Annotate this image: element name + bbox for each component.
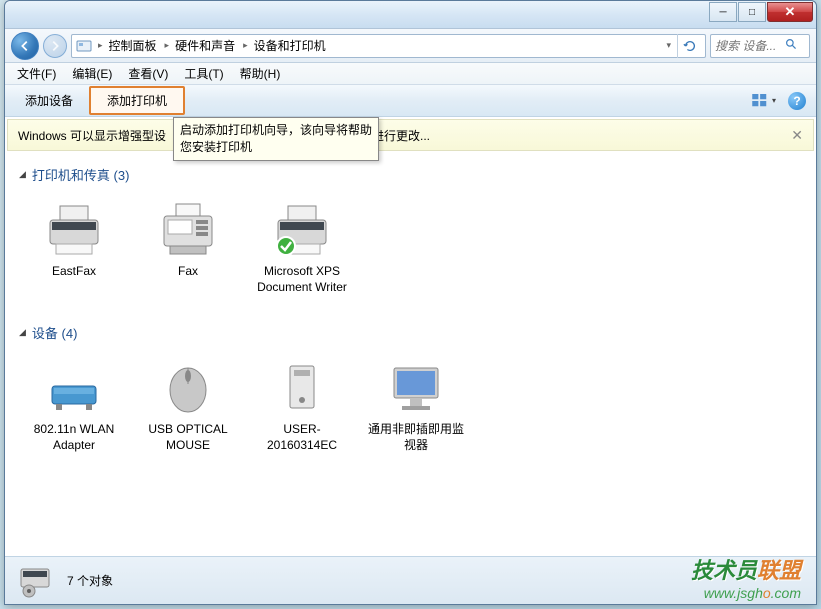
breadcrumb-dropdown-icon[interactable]: ▾ (660, 40, 677, 51)
tooltip: 启动添加打印机向导，该向导将帮助您安装打印机 (173, 117, 379, 161)
menu-edit[interactable]: 编辑(E) (64, 63, 120, 84)
titlebar[interactable]: ─ □ ✕ (5, 1, 816, 29)
device-item[interactable]: 802.11n WLAN Adapter (19, 352, 129, 459)
navigation-bar: ▸ 控制面板 ▸ 硬件和声音 ▸ 设备和打印机 ▾ (5, 29, 816, 63)
device-label: EastFax (52, 264, 96, 280)
arrow-left-icon (18, 39, 32, 53)
device-label: Fax (178, 264, 198, 280)
status-text: 7 个对象 (67, 572, 113, 589)
adapter-icon (39, 358, 109, 418)
help-button[interactable]: ? (788, 92, 806, 110)
menu-bar: 文件(F) 编辑(E) 查看(V) 工具(T) 帮助(H) (5, 63, 816, 85)
devices-folder-icon (76, 38, 92, 54)
info-close-button[interactable]: ✕ (791, 127, 803, 144)
device-item[interactable]: EastFax (19, 194, 129, 301)
info-bar: Windows 可以显示增强型设进行更改... ✕ (7, 119, 814, 151)
mouse-icon (153, 358, 223, 418)
device-label: 802.11n WLAN Adapter (21, 422, 127, 453)
breadcrumb-arrow[interactable]: ▸ (98, 40, 103, 51)
maximize-button[interactable]: □ (738, 2, 766, 22)
collapse-icon: ◢ (19, 327, 26, 338)
back-button[interactable] (11, 32, 39, 60)
minimize-button[interactable]: ─ (709, 2, 737, 22)
arrow-right-icon (48, 39, 62, 53)
device-label: 通用非即插即用监视器 (363, 422, 469, 453)
refresh-icon (683, 39, 697, 53)
device-item[interactable]: 通用非即插即用监视器 (361, 352, 471, 459)
view-options-button[interactable]: ▾ (752, 94, 776, 108)
group-header-printers[interactable]: ◢ 打印机和传真 (3) (19, 161, 802, 188)
menu-help[interactable]: 帮助(H) (232, 63, 289, 84)
device-label: Microsoft XPS Document Writer (249, 264, 355, 295)
printers-grid: EastFax Fax Microsoft XPS Document Write… (19, 188, 802, 319)
refresh-button[interactable] (677, 34, 701, 58)
device-item[interactable]: USER-20160314EC (247, 352, 357, 459)
fax-icon (153, 200, 223, 260)
close-button[interactable]: ✕ (767, 2, 813, 22)
breadcrumb-item[interactable]: 硬件和声音 (171, 35, 241, 56)
search-box[interactable] (710, 34, 810, 58)
add-device-button[interactable]: 添加设备 (15, 88, 83, 113)
menu-tools[interactable]: 工具(T) (176, 63, 231, 84)
device-label: USB OPTICAL MOUSE (135, 422, 241, 453)
toolbar: 添加设备 添加打印机 ▾ ? (5, 85, 816, 117)
collapse-icon: ◢ (19, 169, 26, 180)
breadcrumb[interactable]: ▸ 控制面板 ▸ 硬件和声音 ▸ 设备和打印机 ▾ (71, 34, 706, 58)
content-area: ◢ 打印机和传真 (3) EastFax Fax Microsoft XPS (5, 153, 816, 563)
menu-view[interactable]: 查看(V) (120, 63, 176, 84)
printer-default-icon (267, 200, 337, 260)
device-item[interactable]: Microsoft XPS Document Writer (247, 194, 357, 301)
printer-icon (39, 200, 109, 260)
group-header-devices[interactable]: ◢ 设备 (4) (19, 319, 802, 346)
computer-icon (267, 358, 337, 418)
explorer-window: ─ □ ✕ ▸ 控制面板 ▸ 硬件和声音 ▸ 设备和打印机 ▾ (4, 0, 817, 605)
status-icon (17, 563, 57, 599)
device-item[interactable]: USB OPTICAL MOUSE (133, 352, 243, 459)
menu-file[interactable]: 文件(F) (9, 63, 64, 84)
breadcrumb-item[interactable]: 控制面板 (105, 35, 163, 56)
device-item[interactable]: Fax (133, 194, 243, 301)
breadcrumb-item[interactable]: 设备和打印机 (250, 35, 332, 56)
forward-button[interactable] (43, 34, 67, 58)
search-icon[interactable] (785, 38, 798, 54)
watermark: 技术员联盟 www.jsgho.com (691, 553, 801, 601)
add-printer-button[interactable]: 添加打印机 (89, 86, 185, 115)
search-input[interactable] (715, 39, 785, 53)
device-label: USER-20160314EC (249, 422, 355, 453)
breadcrumb-arrow[interactable]: ▸ (243, 40, 248, 51)
monitor-icon (381, 358, 451, 418)
breadcrumb-arrow[interactable]: ▸ (165, 40, 170, 51)
view-icon (752, 94, 770, 108)
devices-grid: 802.11n WLAN Adapter USB OPTICAL MOUSE U… (19, 346, 802, 477)
